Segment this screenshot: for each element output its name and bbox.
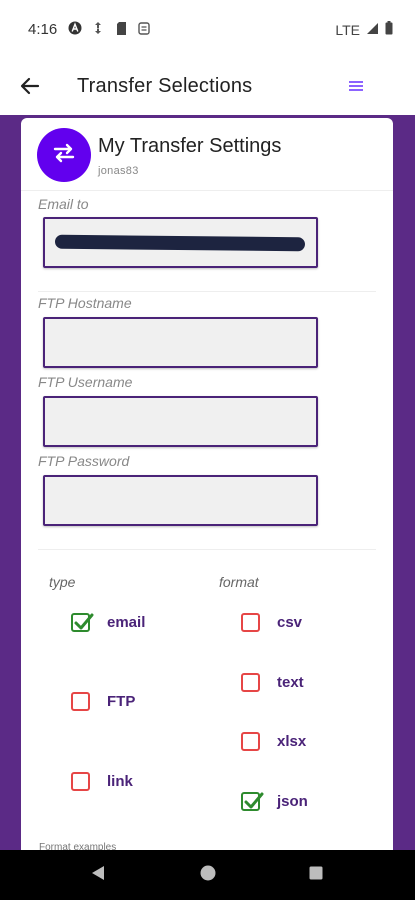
- network-label: LTE: [335, 21, 360, 38]
- format-option-xlsx[interactable]: xlsx: [241, 729, 306, 753]
- ftp-option-label: FTP: [107, 692, 136, 710]
- page-title: Transfer Selections: [77, 75, 253, 97]
- format-label: format: [219, 574, 259, 590]
- status-right: LTE: [335, 21, 393, 38]
- type-label: type: [49, 574, 76, 590]
- nav-recents-button[interactable]: [304, 863, 328, 887]
- format-option-text[interactable]: text: [241, 670, 304, 694]
- json-option-label: json: [277, 792, 308, 810]
- nav-home-button[interactable]: [196, 863, 220, 887]
- avatar: [37, 128, 91, 182]
- back-button[interactable]: [14, 72, 46, 104]
- type-option-link[interactable]: link: [71, 769, 133, 793]
- divider: [21, 190, 393, 191]
- battery-icon: [385, 21, 393, 38]
- ftp-username-field[interactable]: [43, 396, 318, 447]
- link-checkbox[interactable]: [71, 771, 90, 791]
- checkmark-icon: [244, 792, 264, 808]
- ftp-hostname-field[interactable]: [43, 317, 318, 368]
- xlsx-option-label: xlsx: [277, 732, 307, 750]
- sd-card-icon: [114, 21, 128, 35]
- ftp-password-field[interactable]: [43, 475, 318, 526]
- type-option-email[interactable]: email: [71, 610, 145, 634]
- status-time: 4:16: [28, 21, 58, 38]
- arrow-left-icon: [20, 76, 40, 101]
- type-option-ftp[interactable]: FTP: [71, 689, 135, 713]
- email-checkbox[interactable]: [71, 612, 94, 632]
- sync-icon: [137, 21, 151, 35]
- settings-card: My Transfer Settings jonas83 Email to FT…: [21, 118, 393, 853]
- ftp-password-label: FTP Password: [38, 453, 130, 469]
- xlsx-checkbox[interactable]: [241, 731, 260, 751]
- ftp-username-label: FTP Username: [38, 374, 133, 390]
- signal-icon: [366, 22, 379, 38]
- card-subtitle: jonas83: [98, 165, 139, 177]
- nav-back-button[interactable]: [86, 863, 110, 887]
- csv-option-label: csv: [277, 613, 303, 631]
- card-title: My Transfer Settings: [98, 135, 282, 157]
- link-option-label: link: [107, 772, 133, 790]
- text-option-label: text: [277, 673, 304, 691]
- checkmark-icon: [74, 613, 94, 629]
- menu-button[interactable]: [342, 74, 370, 102]
- status-bar: 4:16 LTE: [0, 0, 415, 60]
- ftp-checkbox[interactable]: [71, 691, 90, 711]
- email-option-label: email: [107, 613, 146, 631]
- text-checkbox[interactable]: [241, 672, 260, 692]
- hamburger-icon: [349, 79, 363, 97]
- ftp-hostname-label: FTP Hostname: [38, 295, 132, 311]
- square-recents-icon: [309, 866, 323, 885]
- circle-home-icon: [200, 865, 216, 886]
- app-bar: Transfer Selections: [0, 60, 415, 115]
- navigation-bar: [0, 850, 415, 900]
- format-option-csv[interactable]: csv: [241, 610, 302, 634]
- status-icons: [68, 21, 151, 35]
- divider: [38, 549, 376, 550]
- csv-checkbox[interactable]: [241, 612, 260, 632]
- a-circle-icon: [68, 21, 82, 35]
- redacted-email: [54, 234, 306, 252]
- format-option-json[interactable]: json: [241, 789, 308, 813]
- triangle-back-icon: [91, 865, 105, 886]
- email-label: Email to: [38, 196, 89, 212]
- divider: [38, 291, 376, 292]
- swap-arrows-icon: [52, 142, 76, 169]
- json-checkbox[interactable]: [241, 791, 264, 811]
- data-saver-icon: [91, 21, 105, 35]
